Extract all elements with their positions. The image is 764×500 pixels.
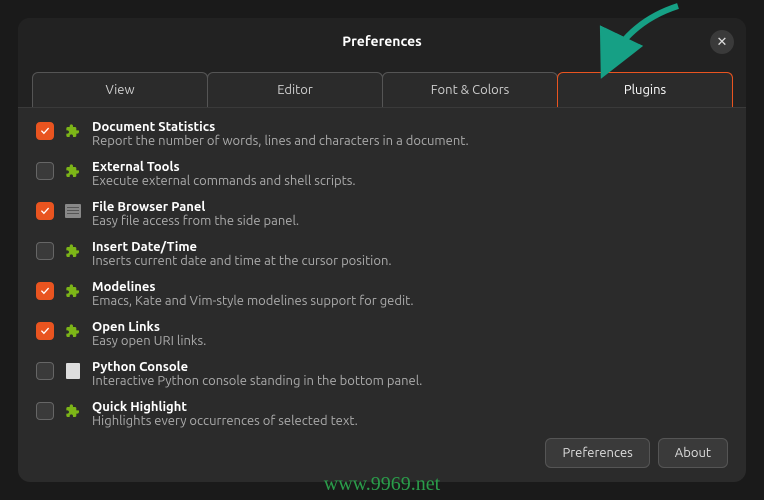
plugin-text: Quick HighlightHighlights every occurren… — [92, 400, 728, 428]
plugin-row[interactable]: External ToolsExecute external commands … — [36, 154, 728, 194]
tabs: ViewEditorFont & ColorsPlugins — [18, 64, 746, 107]
tab-font-colors[interactable]: Font & Colors — [382, 72, 558, 107]
puzzle-icon — [64, 282, 82, 300]
about-button[interactable]: About — [658, 438, 728, 468]
plugin-description: Highlights every occurrences of selected… — [92, 414, 728, 428]
footer: Preferences About — [18, 428, 746, 482]
plugin-text: ModelinesEmacs, Kate and Vim-style model… — [92, 280, 728, 308]
plugin-row[interactable]: Quick HighlightHighlights every occurren… — [36, 394, 728, 428]
plugin-checkbox[interactable] — [36, 402, 54, 420]
plugin-row[interactable]: Insert Date/TimeInserts current date and… — [36, 234, 728, 274]
plugin-preferences-button[interactable]: Preferences — [545, 438, 649, 468]
preferences-window: Preferences ✕ ViewEditorFont & ColorsPlu… — [18, 18, 746, 482]
plugin-checkbox[interactable] — [36, 322, 54, 340]
plugin-description: Easy open URI links. — [92, 334, 728, 348]
puzzle-icon — [64, 242, 82, 260]
plugin-description: Emacs, Kate and Vim-style modelines supp… — [92, 294, 728, 308]
plugin-description: Execute external commands and shell scri… — [92, 174, 728, 188]
puzzle-icon — [64, 402, 82, 420]
plugin-title: Quick Highlight — [92, 400, 728, 414]
tab-view[interactable]: View — [32, 72, 208, 107]
tab-plugins[interactable]: Plugins — [557, 72, 733, 107]
plugin-description: Interactive Python console standing in t… — [92, 374, 728, 388]
plugin-row[interactable]: ModelinesEmacs, Kate and Vim-style model… — [36, 274, 728, 314]
plugin-title: Document Statistics — [92, 120, 728, 134]
plugin-text: Insert Date/TimeInserts current date and… — [92, 240, 728, 268]
plugin-text: Open LinksEasy open URI links. — [92, 320, 728, 348]
plugin-checkbox[interactable] — [36, 282, 54, 300]
plugin-title: Python Console — [92, 360, 728, 374]
plugin-row[interactable]: Python ConsoleInteractive Python console… — [36, 354, 728, 394]
plugin-title: Open Links — [92, 320, 728, 334]
plugin-checkbox[interactable] — [36, 122, 54, 140]
plugin-text: Document StatisticsReport the number of … — [92, 120, 728, 148]
close-icon: ✕ — [717, 35, 728, 50]
plugin-title: File Browser Panel — [92, 200, 728, 214]
plugin-checkbox[interactable] — [36, 242, 54, 260]
plugin-row[interactable]: File Browser PanelEasy file access from … — [36, 194, 728, 234]
plugin-checkbox[interactable] — [36, 202, 54, 220]
plugin-title: Modelines — [92, 280, 728, 294]
plugin-text: Python ConsoleInteractive Python console… — [92, 360, 728, 388]
titlebar: Preferences ✕ — [18, 18, 746, 64]
plugin-text: File Browser PanelEasy file access from … — [92, 200, 728, 228]
plugin-title: External Tools — [92, 160, 728, 174]
window-title: Preferences — [342, 33, 422, 49]
tab-editor[interactable]: Editor — [207, 72, 383, 107]
plugin-title: Insert Date/Time — [92, 240, 728, 254]
file-browser-icon — [64, 202, 82, 220]
plugin-row[interactable]: Open LinksEasy open URI links. — [36, 314, 728, 354]
plugin-description: Inserts current date and time at the cur… — [92, 254, 728, 268]
puzzle-icon — [64, 122, 82, 140]
puzzle-icon — [64, 322, 82, 340]
plugin-row[interactable]: Document StatisticsReport the number of … — [36, 114, 728, 154]
plugin-description: Report the number of words, lines and ch… — [92, 134, 728, 148]
plugin-text: External ToolsExecute external commands … — [92, 160, 728, 188]
plugin-description: Easy file access from the side panel. — [92, 214, 728, 228]
close-button[interactable]: ✕ — [710, 30, 734, 54]
plugin-checkbox[interactable] — [36, 362, 54, 380]
puzzle-icon — [64, 162, 82, 180]
plugin-list[interactable]: Document StatisticsReport the number of … — [18, 107, 746, 428]
python-icon — [64, 362, 82, 380]
plugin-checkbox[interactable] — [36, 162, 54, 180]
